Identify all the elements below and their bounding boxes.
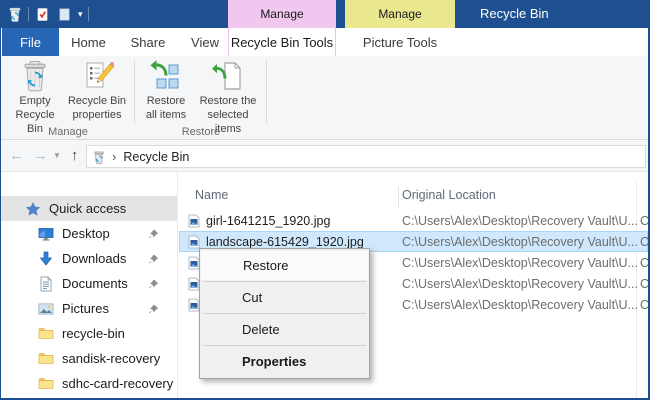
sidebar-item-desktop[interactable]: Desktop — [0, 221, 177, 246]
sidebar-item-pictures[interactable]: Pictures — [0, 296, 177, 321]
image-file-icon — [187, 214, 201, 228]
menu-separator — [203, 345, 366, 346]
recent-locations-dropdown-icon[interactable]: ▼ — [53, 152, 61, 160]
explorer-window: ▾ Manage Manage Recycle Bin File Home Sh… — [0, 0, 650, 400]
title-bar: ▾ Manage Manage Recycle Bin — [0, 0, 650, 28]
menu-separator — [203, 281, 366, 282]
menu-separator — [203, 313, 366, 314]
properties-check-icon[interactable] — [34, 6, 51, 23]
dropdown-arrow-icon[interactable]: ▾ — [78, 10, 83, 19]
address-bar[interactable]: › Recycle Bin — [86, 145, 646, 168]
folder-icon — [38, 351, 54, 367]
ribbon: Empty Recycle Bin Recycle Bin properties… — [0, 56, 650, 140]
sidebar-item-sdhc-card-recovery[interactable]: sdhc-card-recovery — [0, 371, 177, 396]
recycle-bin-icon[interactable] — [6, 6, 23, 23]
image-file-icon — [187, 235, 201, 249]
context-menu: Restore Cut Delete Properties — [199, 248, 370, 379]
window-title: Recycle Bin — [480, 0, 549, 28]
menu-item-properties[interactable]: Properties — [200, 347, 369, 376]
tab-view[interactable]: View — [178, 28, 232, 56]
pin-icon — [148, 303, 159, 314]
up-icon[interactable]: ↑ — [71, 148, 79, 163]
column-headers: Name Original Location — [179, 184, 648, 208]
documents-icon — [38, 276, 54, 292]
quick-access-toolbar: ▾ — [6, 0, 89, 28]
breadcrumb[interactable]: Recycle Bin — [123, 150, 189, 164]
folder-icon — [38, 376, 54, 392]
contextual-header-picture-tools[interactable]: Manage — [345, 0, 455, 28]
desktop-icon — [38, 226, 54, 242]
tab-share[interactable]: Share — [118, 28, 178, 56]
back-icon[interactable]: ← — [9, 148, 24, 163]
group-label-restore: Restore — [140, 126, 262, 138]
contextual-header-recycle-bin-tools[interactable]: Manage — [228, 0, 336, 28]
restore-selected-items-button[interactable]: Restore the selected items — [194, 59, 262, 136]
sidebar-item-sandisk-recovery[interactable]: sandisk-recovery — [0, 346, 177, 371]
column-header-original-location[interactable]: Original Location — [402, 188, 496, 202]
tab-picture-tools[interactable]: Picture Tools — [345, 28, 455, 56]
file-row-girl[interactable]: girl-1641215_1920.jpg C:\Users\Alex\Desk… — [179, 210, 648, 231]
folder-icon — [38, 326, 54, 342]
menu-item-delete[interactable]: Delete — [200, 315, 369, 344]
sidebar-item-downloads[interactable]: Downloads — [0, 246, 177, 271]
column-header-name[interactable]: Name — [195, 188, 228, 202]
restore-selected-items-icon — [211, 59, 245, 93]
restore-all-items-icon — [149, 59, 183, 93]
column-divider[interactable] — [398, 186, 399, 207]
toolbar-separator — [88, 7, 89, 21]
pictures-icon — [38, 301, 54, 317]
folder-button-icon[interactable] — [56, 6, 73, 23]
sidebar-item-recycle-bin-folder[interactable]: recycle-bin — [0, 321, 177, 346]
window-border — [0, 0, 1, 400]
sidebar-item-quick-access[interactable]: Quick access — [0, 196, 177, 221]
chevron-icon[interactable]: › — [112, 149, 116, 164]
toolbar-separator — [28, 7, 29, 21]
empty-recycle-bin-icon — [18, 59, 52, 93]
pin-icon — [148, 228, 159, 239]
tab-home[interactable]: Home — [59, 28, 118, 56]
sidebar-item-documents[interactable]: Documents — [0, 271, 177, 296]
tab-recycle-bin-tools[interactable]: Recycle Bin Tools — [228, 28, 336, 56]
pin-icon — [148, 278, 159, 289]
pin-icon — [148, 253, 159, 264]
quick-access-star-icon — [25, 201, 41, 217]
forward-icon[interactable]: → — [33, 148, 48, 163]
group-separator — [134, 60, 135, 123]
restore-all-items-button[interactable]: Restore all items — [140, 59, 192, 123]
recycle-bin-properties-button[interactable]: Recycle Bin properties — [64, 59, 130, 123]
group-label-manage: Manage — [6, 126, 130, 138]
address-bar-row: ← → ▼ ↑ › Recycle Bin — [0, 140, 650, 172]
navigation-pane: Quick access Desktop Downloads — [0, 172, 178, 398]
menu-item-restore[interactable]: Restore — [201, 251, 368, 280]
recycle-bin-properties-icon — [80, 59, 114, 93]
ribbon-tab-strip: File Home Share View Recycle Bin Tools P… — [0, 28, 650, 56]
group-separator — [266, 60, 267, 123]
downloads-icon — [38, 251, 54, 267]
recycle-bin-icon — [92, 150, 106, 164]
menu-item-cut[interactable]: Cut — [200, 283, 369, 312]
empty-recycle-bin-button[interactable]: Empty Recycle Bin — [6, 59, 64, 136]
tab-file[interactable]: File — [2, 28, 59, 56]
